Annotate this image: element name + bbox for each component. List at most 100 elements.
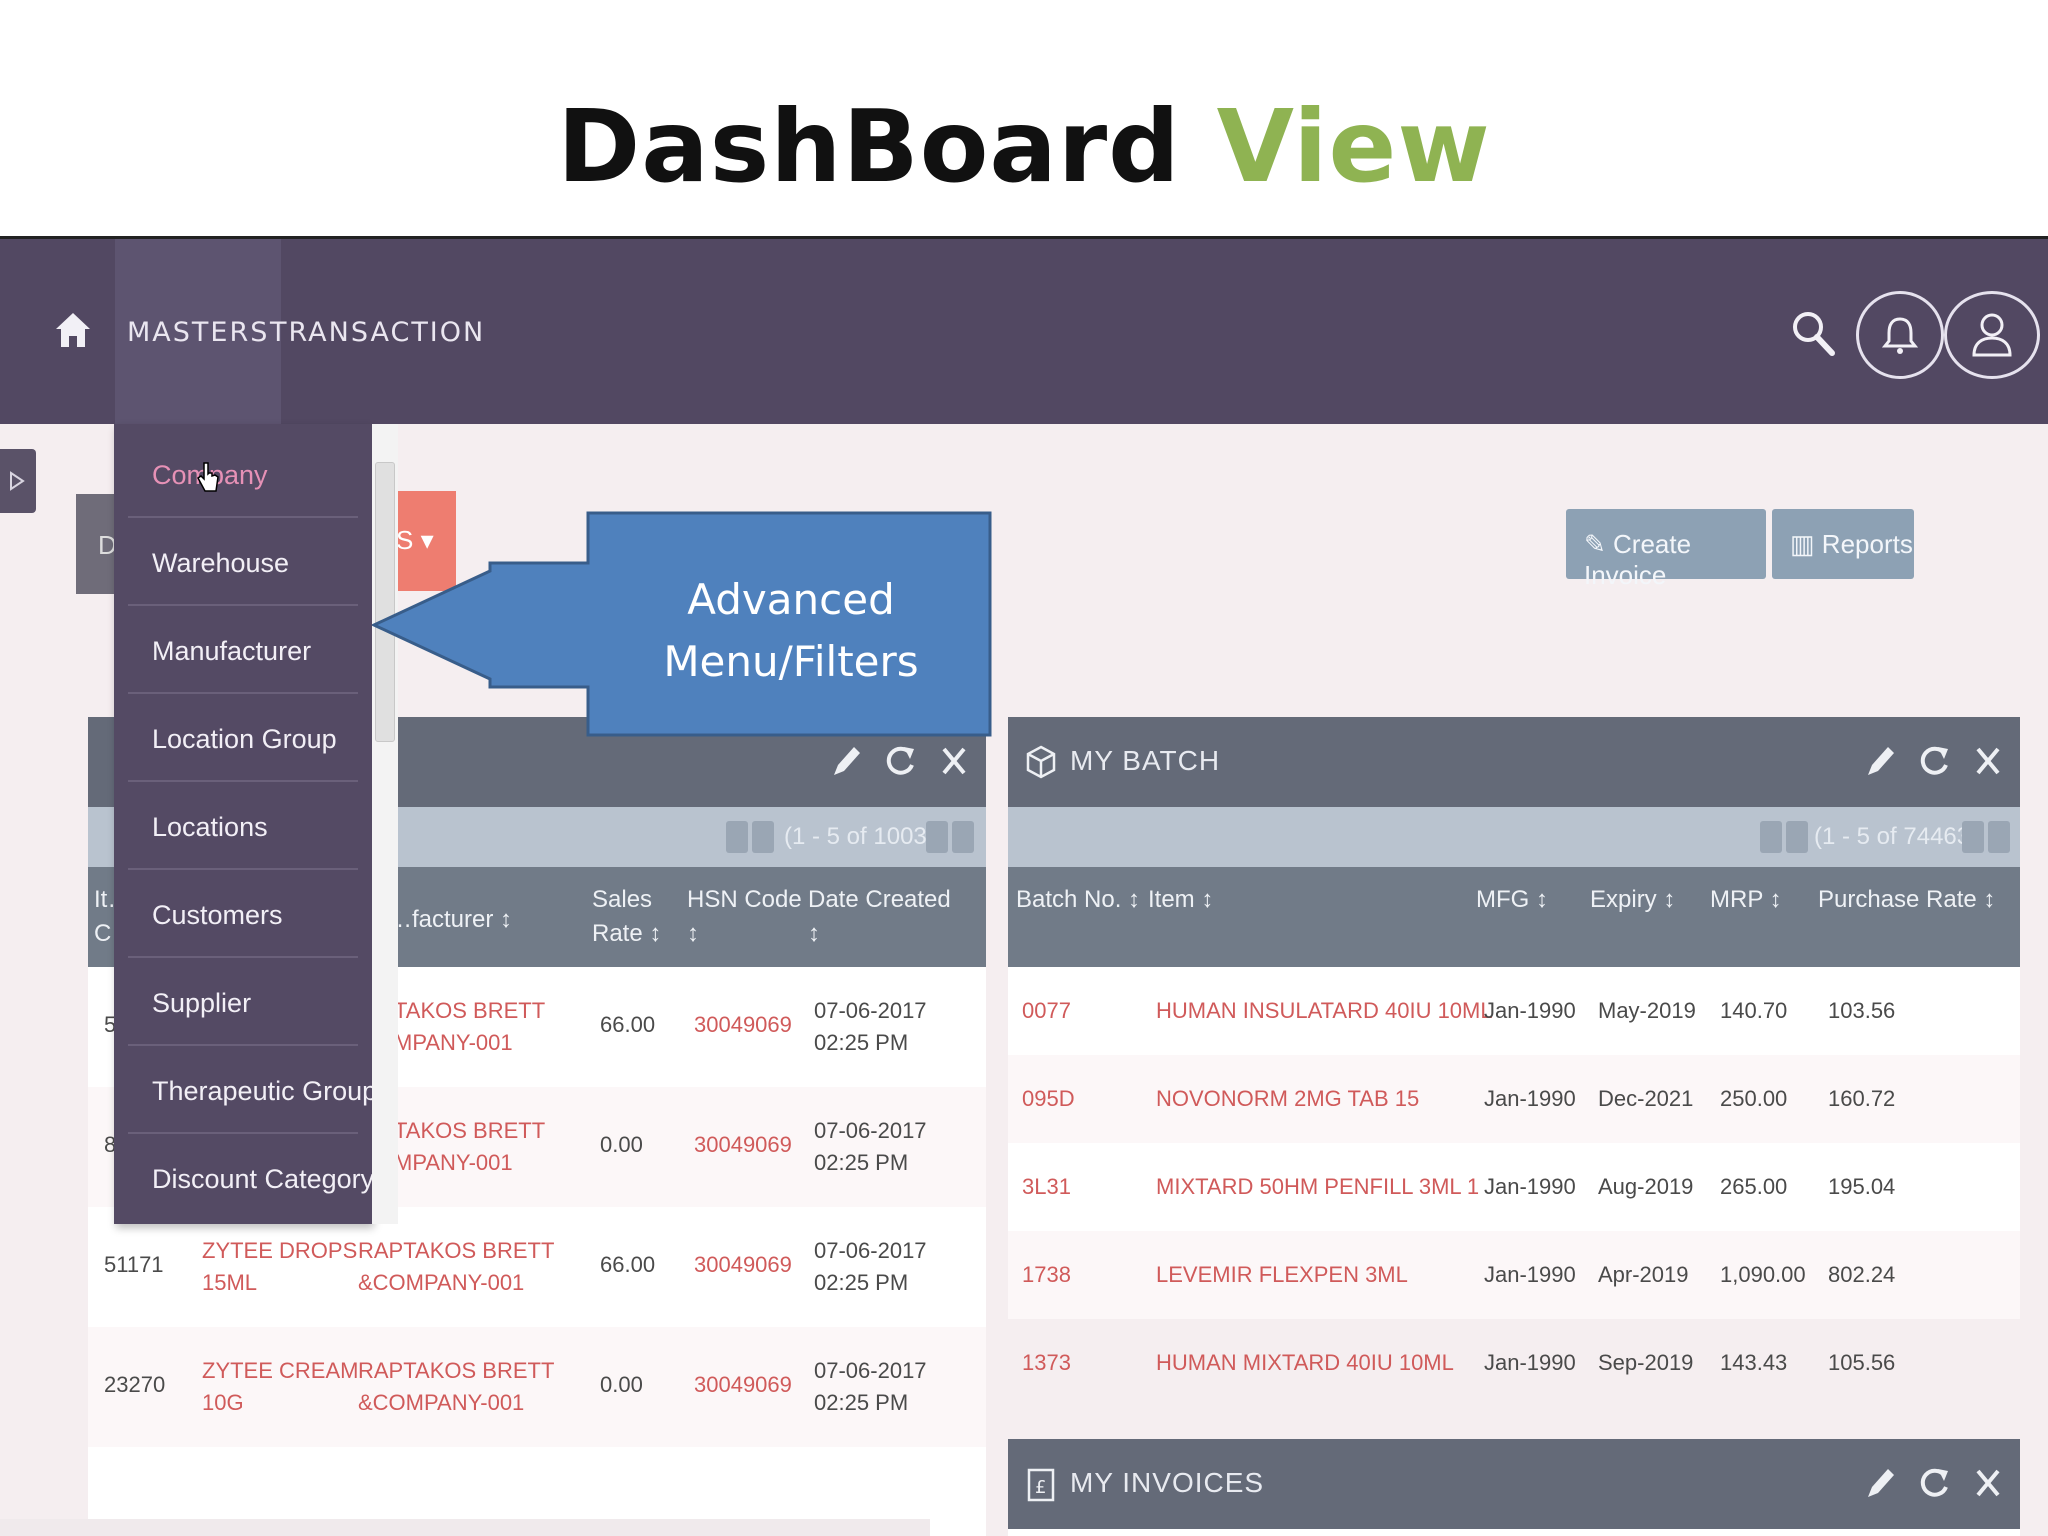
cell-batch-no[interactable]: 3L31 [1022,1171,1071,1203]
col-batch-no[interactable]: Batch No. ↕ [1016,883,1140,917]
app-screenshot: MASTERS TRANSACTION D S ▾ ✎ Create Invoi… [0,236,2048,1536]
close-icon[interactable] [936,741,972,781]
cell-hsn[interactable]: 30049069 [694,1009,792,1041]
slide-title-main: DashBoard [557,88,1181,205]
cell-item[interactable]: NOVONORM 2MG TAB 15 [1156,1083,1419,1115]
edit-icon[interactable] [828,741,864,781]
close-icon[interactable] [1970,1463,2006,1503]
next-page-button[interactable] [1962,821,1984,853]
menu-item-company[interactable]: Company [128,430,358,518]
menu-item-location-group[interactable]: Location Group [128,694,358,782]
menu-item-supplier[interactable]: Supplier [128,958,358,1046]
refresh-icon[interactable] [882,741,918,781]
col-date-created[interactable]: Date Created ↕ [808,883,951,951]
top-navbar: MASTERS TRANSACTION [0,239,2048,424]
cell-hsn[interactable]: 30049069 [694,1249,792,1281]
cell-item-line1: ZYTEE DROPS [202,1238,358,1263]
expand-arrow-icon [10,471,25,491]
reports-button[interactable]: ▥ Reports [1772,509,1914,579]
batch-pager-text: (1 - 5 of 74463) [1814,823,1979,850]
cell-batch-no[interactable]: 095D [1022,1083,1075,1115]
batch-pager: (1 - 5 of 74463) [1008,807,2020,867]
table-row[interactable]: 1373 HUMAN MIXTARD 40IU 10ML Jan-1990 Se… [1008,1319,2020,1407]
table-row[interactable]: 095D NOVONORM 2MG TAB 15 Jan-1990 Dec-20… [1008,1055,2020,1143]
pound-receipt-icon: £ [1027,1468,1055,1502]
cell-item[interactable]: LEVEMIR FLEXPEN 3ML [1156,1259,1408,1291]
refresh-icon[interactable] [1916,1463,1952,1503]
cell-mfr-line1: RAPTAKOS BRETT [358,1358,555,1383]
col-sales-rate[interactable]: Sales Rate ↕ [592,883,661,951]
table-row[interactable]: 23270 ZYTEE CREAM 10G RAPTAKOS BRETT &COMP… [88,1327,986,1447]
menu-item-warehouse[interactable]: Warehouse [128,518,358,606]
col-date-line1: Date Created [808,886,951,913]
user-profile-button[interactable] [1944,291,2040,379]
cell-manufacturer[interactable]: RAPTAKOS BRETT &COMPANY-001 [358,1355,554,1419]
nav-transaction[interactable]: TRANSACTION [270,317,485,348]
my-batch-title: MY BATCH [1070,745,1221,776]
menu-item-locations[interactable]: Locations [128,782,358,870]
prev-page-button[interactable] [1786,821,1808,853]
cell-item-line1: ZYTEE CREAM [202,1358,359,1383]
sidebar-toggle[interactable] [0,449,36,513]
close-icon[interactable] [1970,741,2006,781]
home-icon[interactable] [52,309,94,351]
refresh-icon[interactable] [1916,741,1952,781]
cell-date-line2: 02:25 PM [814,1390,909,1415]
bell-icon [1881,317,1919,354]
table-row[interactable]: 0077 HUMAN INSULATARD 40IU 10ML Jan-1990… [1008,967,2020,1055]
col-mrp[interactable]: MRP ↕ [1710,883,1782,917]
last-page-button[interactable] [952,821,974,853]
next-page-button[interactable] [926,821,948,853]
cell-code: 23270 [104,1372,166,1397]
cell-item[interactable]: MIXTARD 50HM PENFILL 3ML 1 [1156,1171,1479,1203]
cell-sales-rate: 66.00 [600,1012,656,1037]
search-icon[interactable] [1790,307,1838,359]
cell-date-line1: 07-06-2017 [814,1238,927,1263]
last-page-button[interactable] [1988,821,2010,853]
cell-item[interactable]: HUMAN MIXTARD 40IU 10ML [1156,1347,1454,1379]
menu-item-therapeutic-group[interactable]: Therapeutic Group [128,1046,377,1134]
edit-icon[interactable] [1862,741,1898,781]
menu-item-discount-category[interactable]: Discount Category [128,1134,374,1222]
col-hsn-line1: HSN Code [687,886,802,913]
cell-manufacturer[interactable]: TAKOS BRETT MPANY-001 [394,995,545,1059]
col-purchase-rate[interactable]: Purchase Rate ↕ [1818,883,1995,917]
create-invoice-button[interactable]: ✎ Create Invoice [1566,509,1766,590]
slide-title: DashBoard View [0,88,2048,205]
cell-item[interactable]: ZYTEE DROPS 15ML [202,1235,357,1299]
first-page-button[interactable] [1760,821,1782,853]
slide-title-accent: View [1216,88,1491,205]
cell-purchase-rate: 105.56 [1828,1350,1896,1375]
cell-manufacturer[interactable]: RAPTAKOS BRETT &COMPANY-001 [358,1235,554,1299]
menu-item-manufacturer[interactable]: Manufacturer [128,606,358,694]
cell-batch-no[interactable]: 1738 [1022,1259,1071,1291]
cell-hsn[interactable]: 30049069 [694,1129,792,1161]
table-row[interactable]: 1738 LEVEMIR FLEXPEN 3ML Jan-1990 Apr-20… [1008,1231,2020,1319]
col-hsn-code[interactable]: HSN Code ↕ [687,883,802,951]
cell-batch-no[interactable]: 0077 [1022,995,1071,1027]
col-expiry[interactable]: Expiry ↕ [1590,883,1675,917]
prev-page-button[interactable] [752,821,774,853]
col-date-line2: ↕ [808,920,820,947]
col-manufacturer[interactable]: …facturer ↕ [388,903,512,937]
cell-mrp: 140.70 [1720,998,1788,1023]
cell-mrp: 1,090.00 [1720,1262,1806,1287]
cell-expiry: Apr-2019 [1598,1262,1689,1287]
col-mfg[interactable]: MFG ↕ [1476,883,1548,917]
col-item[interactable]: Item ↕ [1148,883,1213,917]
cell-mfr-line2: MPANY-001 [394,1150,513,1175]
notifications-button[interactable] [1856,291,1944,379]
cell-batch-no[interactable]: 1373 [1022,1347,1071,1379]
first-page-button[interactable] [726,821,748,853]
edit-icon[interactable] [1862,1463,1898,1503]
cell-item[interactable]: ZYTEE CREAM 10G [202,1355,358,1419]
cell-hsn[interactable]: 30049069 [694,1369,792,1401]
col-sales-rate-line2: Rate ↕ [592,920,662,947]
nav-masters[interactable]: MASTERS [115,239,282,424]
cell-mfr-line1: TAKOS BRETT [394,998,546,1023]
menu-item-customers[interactable]: Customers [128,870,358,958]
table-row[interactable]: 51171 ZYTEE DROPS 15ML RAPTAKOS BRETT &COM… [88,1207,986,1327]
cell-item[interactable]: HUMAN INSULATARD 40IU 10ML [1156,995,1493,1027]
table-row[interactable]: 3L31 MIXTARD 50HM PENFILL 3ML 1 Jan-1990… [1008,1143,2020,1231]
cell-manufacturer[interactable]: TAKOS BRETT MPANY-001 [394,1115,545,1179]
